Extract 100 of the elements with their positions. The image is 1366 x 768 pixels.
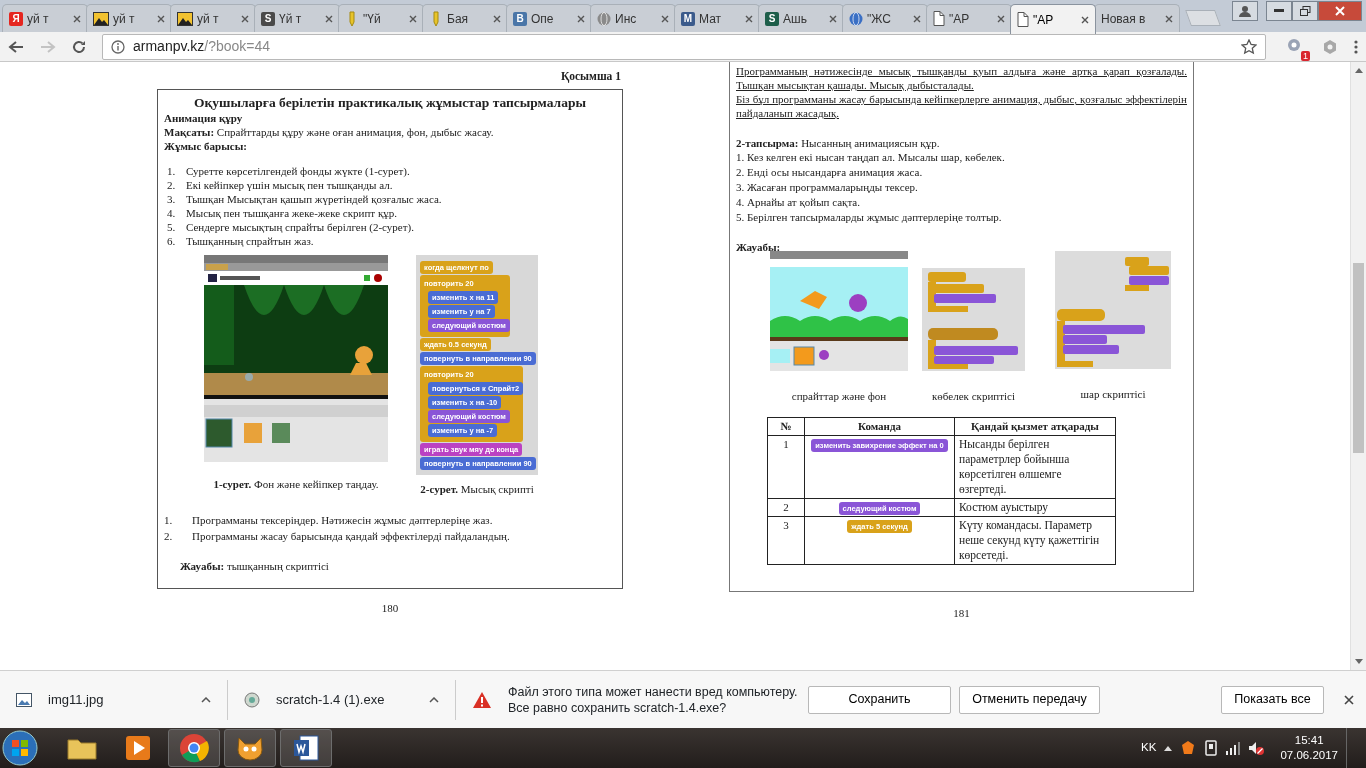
browser-tab[interactable]: B Опе	[506, 4, 592, 32]
list-text: Екі кейіпкер үшін мысық пен тышқанды ал.	[186, 178, 393, 192]
download-item[interactable]: scratch-1.4 (1).exe	[228, 679, 456, 720]
menu-icon[interactable]	[1354, 38, 1358, 55]
person-icon	[1239, 5, 1251, 17]
table-cell: Нысанды берілген параметрлер бойынша көрсетілген өлшемге өзгертеді.	[954, 435, 1116, 499]
browser-tab[interactable]: "АР	[1010, 4, 1096, 34]
close-icon[interactable]	[1165, 14, 1173, 23]
start-button[interactable]	[0, 729, 40, 767]
download-item[interactable]: img11.jpg	[0, 679, 228, 720]
close-icon	[1335, 6, 1345, 16]
task-text: 2-тапсырма: Нысанның анимациясын құр.	[736, 136, 941, 150]
clock-time: 15:41	[1294, 733, 1324, 748]
signal-icon[interactable]	[1226, 741, 1241, 755]
browser-tab[interactable]: S Ашь	[758, 4, 844, 32]
list-text: Мысық пен тышқанға жеке-жеке скрипт құр.	[186, 206, 397, 220]
close-icon[interactable]	[577, 14, 585, 23]
cancel-button[interactable]: Отменить передачу	[959, 685, 1100, 714]
scroll-up-icon[interactable]	[1354, 67, 1363, 73]
browser-tab[interactable]: уй т	[170, 4, 256, 32]
page-title: Оқушыларға берілетін практикалық жұмыстар тапсырмалары	[193, 94, 587, 111]
browser-tab[interactable]: "Үй	[338, 4, 424, 32]
picture-icon	[177, 11, 193, 26]
close-button[interactable]	[1318, 1, 1362, 21]
muted-speaker-icon[interactable]	[1248, 740, 1265, 756]
paragraph-text: Біз бұл программаны жасау барысында кейіпкерлерге анимация, дыбыс, қозғалыс эффектілерін пайдаланып жасадық.	[736, 92, 1187, 120]
list-number: 2.	[164, 529, 174, 544]
close-icon[interactable]	[829, 14, 837, 23]
list-text: Программаны жасау барысында қандай эффектілерді пайдаландың.	[192, 529, 510, 544]
list-number: 1.	[164, 513, 174, 528]
address-bar[interactable]: armanpv.kz/?book=44	[102, 33, 1267, 60]
table-cell: Костюм ауыстыру	[954, 498, 1116, 517]
minimize-button[interactable]	[1266, 1, 1292, 21]
restore-button[interactable]	[1292, 1, 1318, 21]
list-text: Тышқан Мысықтан қашып жүретіндей қозғалыс жаса.	[186, 192, 442, 206]
close-icon[interactable]	[1344, 694, 1354, 705]
list-text: Тышқанның спрайтын жаз.	[186, 234, 314, 248]
answer-text: Жауабы: тышқанның скриптісі	[180, 559, 330, 573]
close-icon[interactable]	[409, 14, 417, 23]
close-icon[interactable]	[241, 14, 249, 23]
list-text: Программаны тексеріңдер. Нәтижесін жұмыс дәптерлеріңе жаз.	[192, 513, 493, 528]
appendix-label: Қосымша 1	[559, 69, 621, 83]
language-indicator[interactable]: KK	[1141, 739, 1157, 757]
browser-tab[interactable]: Бая	[422, 4, 508, 32]
bookmark-star-icon[interactable]	[1241, 38, 1258, 55]
chevron-up-icon[interactable]	[201, 696, 211, 703]
tab-title: "АР	[1033, 11, 1055, 29]
site-icon: Я	[9, 11, 23, 26]
show-all-button[interactable]: Показать все	[1221, 685, 1324, 714]
clock[interactable]: 15:41 07.06.2017	[1280, 733, 1338, 763]
list-number: 4.	[166, 206, 177, 220]
back-icon[interactable]	[8, 39, 24, 54]
table-cell: 2	[767, 498, 805, 517]
browser-tab[interactable]: Инс	[590, 4, 676, 32]
column-header: Қандай қызмет атқарады	[954, 417, 1116, 436]
clock-date: 07.06.2017	[1280, 748, 1338, 763]
close-icon[interactable]	[997, 14, 1005, 23]
globe-icon	[849, 11, 863, 26]
browser-tab[interactable]: S Үй т	[254, 4, 340, 32]
figure-caption: спрайттар және фон	[791, 389, 887, 403]
scrollbar-thumb[interactable]	[1353, 263, 1364, 453]
browser-tab[interactable]: "АР	[926, 4, 1012, 32]
save-button[interactable]: Сохранить	[808, 685, 951, 714]
device-icon[interactable]	[1204, 740, 1219, 756]
browser-tab[interactable]: Я уй т	[2, 4, 88, 32]
close-icon[interactable]	[493, 14, 501, 23]
browser-tab[interactable]: M Мат	[674, 4, 760, 32]
close-icon[interactable]	[661, 14, 669, 23]
warning-text: Файл этого типа может нанести вред компьютеру. Все равно сохранить scratch-1.4.exe?	[508, 683, 799, 716]
show-hidden-icon[interactable]	[1164, 745, 1173, 751]
close-icon[interactable]	[745, 14, 753, 23]
close-icon[interactable]	[1081, 15, 1089, 24]
browser-tab[interactable]: Новая в	[1094, 4, 1180, 32]
paragraph-text: Программаның нәтижесінде мысық тышқанды қуып алдыға және артқа қарап қозғалады. Тышқан мысықтан қашады. Мысық дыбысталады.	[736, 64, 1187, 92]
tab-title: Опе	[531, 10, 555, 28]
site-icon: B	[513, 11, 527, 26]
tab-title: уй т	[113, 10, 136, 28]
figure-caption: көбелек скриптісі	[932, 389, 1015, 403]
list-text: Суретте көрсетілгендей фонды жүкте (1-сурет).	[186, 164, 410, 178]
taskbar-app[interactable]	[280, 729, 332, 767]
close-icon[interactable]	[913, 14, 921, 23]
taskbar-app[interactable]	[224, 729, 276, 767]
site-icon: M	[681, 11, 695, 26]
picture-icon	[16, 692, 32, 707]
chevron-up-icon[interactable]	[429, 696, 439, 703]
user-button[interactable]	[1232, 1, 1258, 21]
restore-icon	[1299, 6, 1311, 16]
close-icon[interactable]	[157, 14, 165, 23]
browser-tab[interactable]: "ЖС	[842, 4, 928, 32]
table-cell: Күту командасы. Параметр неше секунд күту қажеттігін көрсетеді.	[954, 516, 1116, 565]
close-icon[interactable]	[325, 14, 333, 23]
browser-tab[interactable]: уй т	[86, 4, 172, 32]
scroll-down-icon[interactable]	[1354, 659, 1363, 665]
tab-title: Мат	[699, 10, 723, 28]
taskbar-app[interactable]	[168, 729, 220, 767]
list-number: 2.	[166, 178, 177, 192]
figure-caption: 2-сурет. Мысық скрипті	[420, 482, 534, 496]
close-icon[interactable]	[73, 14, 81, 23]
reload-icon[interactable]	[72, 39, 86, 54]
goal-text: Мақсаты: Спрайттарды құру және оған анимация, фон, дыбыс жасау.	[164, 125, 495, 139]
